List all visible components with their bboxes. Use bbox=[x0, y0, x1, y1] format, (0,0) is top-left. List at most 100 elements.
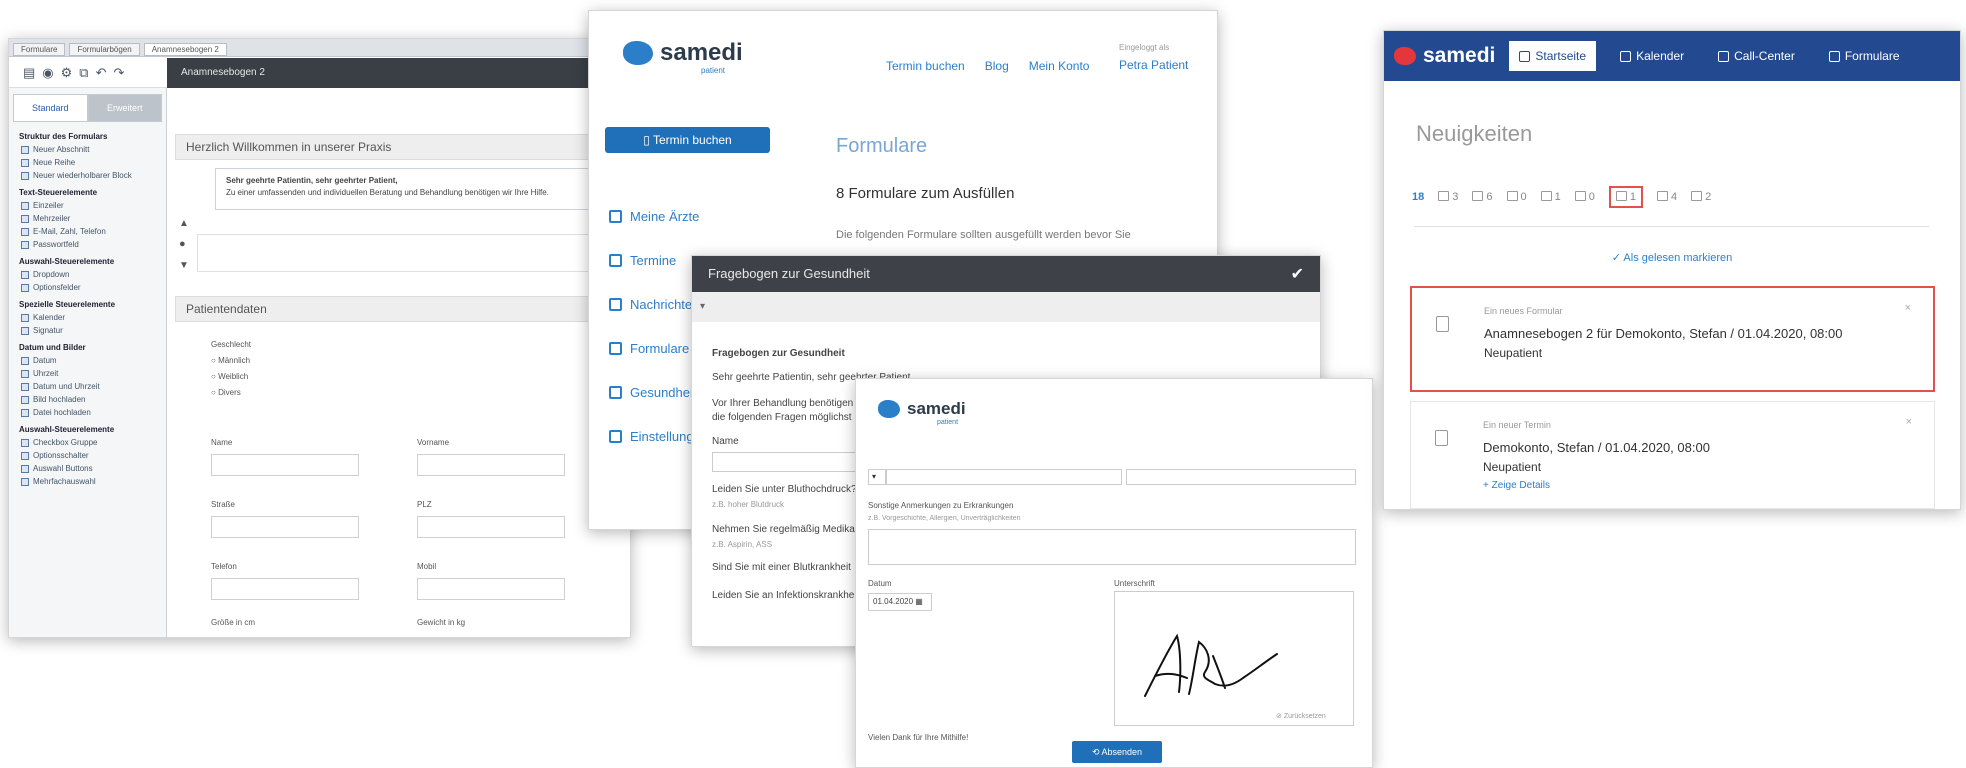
welcome-text-block[interactable]: Sehr geehrte Patientin, sehr geehrter Pa… bbox=[215, 168, 625, 210]
counter-forms[interactable]: 1 bbox=[1608, 186, 1643, 208]
sidebar-item[interactable]: Checkbox Gruppe bbox=[9, 436, 166, 449]
counter-appointments[interactable]: 6 bbox=[1472, 191, 1493, 203]
sidebar-item[interactable]: Neuer Abschnitt bbox=[9, 143, 166, 156]
street-field[interactable] bbox=[211, 516, 359, 538]
notification-sub: Neupatient bbox=[1483, 460, 1542, 474]
nav-tab-call-center[interactable]: Call-Center bbox=[1708, 41, 1805, 71]
sidebar-item[interactable]: Uhrzeit bbox=[9, 367, 166, 380]
section-patient-data[interactable]: Patientendaten bbox=[175, 296, 627, 322]
calendar-icon bbox=[1620, 50, 1632, 62]
calendar-x-icon bbox=[1506, 191, 1518, 201]
samedi-logo[interactable]: samedi bbox=[878, 399, 966, 419]
counter-notes[interactable]: 0 bbox=[1574, 191, 1595, 203]
check-icon[interactable]: ✔ bbox=[1291, 264, 1304, 284]
tab-forms[interactable]: Formulare bbox=[13, 43, 66, 56]
counter-tasks[interactable]: 2 bbox=[1691, 191, 1711, 203]
nav-tab-forms[interactable]: Formulare bbox=[1819, 41, 1910, 71]
settings-icon[interactable]: ⚙ bbox=[61, 65, 73, 81]
drag-handle-icon[interactable]: ● bbox=[179, 238, 186, 250]
tab-formsheets[interactable]: Formularbögen bbox=[69, 43, 140, 56]
notification-card-form[interactable]: Ein neues Formular Anamnesebogen 2 für D… bbox=[1410, 286, 1935, 392]
sidebar-item[interactable]: Neuer wiederholbarer Block bbox=[9, 169, 166, 182]
sidebar-tab-standard[interactable]: Standard bbox=[13, 94, 88, 122]
sidebar-item[interactable]: Einzeiler bbox=[9, 199, 166, 212]
nav-blog[interactable]: Blog bbox=[985, 59, 1009, 73]
nav-tab-calendar[interactable]: Kalender bbox=[1610, 41, 1694, 71]
counter-cancellations[interactable]: 0 bbox=[1506, 191, 1527, 203]
text-input[interactable] bbox=[886, 469, 1122, 485]
radio-icon bbox=[21, 283, 29, 292]
user-info[interactable]: Eingeloggt als Petra Patient bbox=[1119, 43, 1188, 72]
remarks-label: Sonstige Anmerkungen zu Erkrankungen bbox=[868, 501, 1014, 510]
sidebar-item-label: Bild hochladen bbox=[33, 395, 86, 404]
counter-changes[interactable]: 1 bbox=[1540, 191, 1561, 203]
sidebar-item[interactable]: E-Mail, Zahl, Telefon bbox=[9, 225, 166, 238]
sidebar-item[interactable]: Bild hochladen bbox=[9, 393, 166, 406]
gender-option-label: Divers bbox=[218, 388, 241, 397]
gender-option[interactable]: ○ Männlich bbox=[211, 356, 250, 365]
firstname-field[interactable] bbox=[417, 454, 565, 476]
sidebar-item[interactable]: Auswahl Buttons bbox=[9, 462, 166, 475]
sidebar-item[interactable]: Optionsfelder bbox=[9, 281, 166, 294]
sidebar-item[interactable]: Dropdown bbox=[9, 268, 166, 281]
phone-field[interactable] bbox=[211, 578, 359, 600]
save-icon[interactable]: ▤ bbox=[23, 65, 35, 81]
copy-icon[interactable]: ⧉ bbox=[79, 65, 88, 81]
collapse-down-icon[interactable]: ▼ bbox=[179, 260, 189, 271]
close-icon[interactable]: × bbox=[1906, 416, 1912, 428]
sidebar-item-label: Neuer wiederholbarer Block bbox=[33, 171, 132, 180]
clear-signature[interactable]: ⊘ Zurücksetzen bbox=[1276, 712, 1326, 720]
counter-patients[interactable]: 4 bbox=[1657, 191, 1677, 203]
menu-item-label: Nachrichten bbox=[630, 296, 700, 312]
sidebar-item[interactable]: Datum bbox=[9, 354, 166, 367]
tab-anamnesebogen[interactable]: Anamnesebogen 2 bbox=[143, 43, 227, 56]
counter-all[interactable]: 18 bbox=[1412, 191, 1424, 203]
collapse-toggle[interactable]: ▾ bbox=[692, 292, 1320, 322]
section-welcome[interactable]: Herzlich Willkommen in unserer Praxis bbox=[175, 134, 627, 160]
sidebar-item[interactable]: Mehrzeiler bbox=[9, 212, 166, 225]
forms-count-title: 8 Formulare zum Ausfüllen bbox=[836, 185, 1015, 202]
name-field[interactable] bbox=[211, 454, 359, 476]
redo-icon[interactable]: ↷ bbox=[114, 65, 125, 81]
mark-as-read-link[interactable]: ✓ Als gelesen markieren bbox=[1384, 251, 1960, 264]
preview-icon[interactable]: ◉ bbox=[42, 65, 53, 81]
gender-option[interactable]: ○ Divers bbox=[211, 388, 241, 397]
nav-tab-home[interactable]: Startseite bbox=[1509, 41, 1597, 71]
book-appointment-button[interactable]: ▯ Termin buchen bbox=[605, 127, 770, 153]
mobile-field[interactable] bbox=[417, 578, 565, 600]
nav-book-appointment[interactable]: Termin buchen bbox=[886, 59, 965, 73]
notification-kind: Ein neues Formular bbox=[1484, 306, 1563, 316]
sidebar-item-label: Datum bbox=[33, 356, 57, 365]
nav-my-account[interactable]: Mein Konto bbox=[1029, 59, 1090, 73]
submit-button[interactable]: ⟲ Absenden bbox=[1072, 741, 1162, 763]
sidebar-item[interactable]: Passwortfeld bbox=[9, 238, 166, 251]
samedi-logo[interactable]: samedi bbox=[623, 39, 743, 67]
gender-option[interactable]: ○ Weiblich bbox=[211, 372, 248, 381]
sidebar-tab-advanced[interactable]: Erweitert bbox=[87, 94, 162, 122]
samedi-logo[interactable]: samedi bbox=[1394, 44, 1495, 68]
sidebar-item[interactable]: Signatur bbox=[9, 324, 166, 337]
close-icon[interactable]: × bbox=[1905, 302, 1911, 314]
collapse-up-icon[interactable]: ▲ bbox=[179, 218, 189, 229]
counter-messages[interactable]: 3 bbox=[1438, 191, 1458, 203]
sidebar-item[interactable]: Datei hochladen bbox=[9, 406, 166, 419]
show-details-link[interactable]: + Zeige Details bbox=[1483, 480, 1550, 491]
field-label: Telefon bbox=[211, 562, 237, 571]
notification-card-appointment[interactable]: Ein neuer Termin Demokonto, Stefan / 01.… bbox=[1410, 401, 1935, 509]
sidebar-item[interactable]: Neue Reihe bbox=[9, 156, 166, 169]
dropdown-toggle[interactable]: ▾ bbox=[868, 469, 886, 485]
sidebar-item[interactable]: Kalender bbox=[9, 311, 166, 324]
sidebar-item[interactable]: Mehrfachauswahl bbox=[9, 475, 166, 488]
text-input[interactable] bbox=[1126, 469, 1356, 485]
empty-row[interactable] bbox=[197, 234, 625, 272]
date-input[interactable]: 01.04.2020 ▦ bbox=[868, 593, 932, 611]
sidebar-item[interactable]: Optionsschalter bbox=[9, 449, 166, 462]
signature-pad[interactable] bbox=[1114, 591, 1354, 726]
undo-icon[interactable]: ↶ bbox=[96, 65, 107, 81]
sidebar-item[interactable]: Datum und Uhrzeit bbox=[9, 380, 166, 393]
remarks-textarea[interactable] bbox=[868, 529, 1356, 565]
file-icon bbox=[21, 408, 29, 417]
sidebar-item-label: Dropdown bbox=[33, 270, 70, 279]
menu-item-doctors[interactable]: Meine Ärzte bbox=[609, 194, 708, 238]
zip-field[interactable] bbox=[417, 516, 565, 538]
